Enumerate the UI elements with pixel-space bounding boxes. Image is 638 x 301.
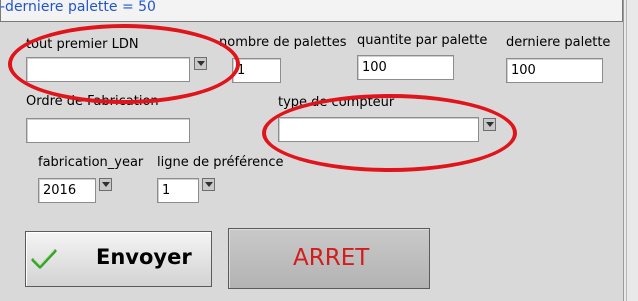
arret-button-label: ARRET xyxy=(293,245,370,271)
ordre-de-fabrication-field[interactable] xyxy=(26,118,190,143)
quantite-par-palette-field[interactable]: 100 xyxy=(357,55,454,80)
info-text: -derniere palette = 50 xyxy=(0,0,156,15)
type-de-compteur-dropdown-icon[interactable] xyxy=(483,118,496,131)
derniere-palette-field[interactable]: 100 xyxy=(506,58,603,83)
fabrication-year-label: fabrication_year xyxy=(38,155,144,170)
envoyer-button-label: Envoyer xyxy=(96,245,192,269)
envoyer-button[interactable]: Envoyer xyxy=(25,231,212,287)
fabrication-year-dropdown-icon[interactable] xyxy=(99,178,112,191)
derniere-palette-label: derniere palette xyxy=(506,35,611,50)
tout-premier-ldn-dropdown-icon[interactable] xyxy=(194,57,207,70)
checkmark-icon xyxy=(31,246,57,272)
ligne-de-preference-dropdown-icon[interactable] xyxy=(202,178,215,191)
quantite-par-palette-label: quantite par palette xyxy=(357,33,488,48)
nombre-de-palettes-field[interactable]: 1 xyxy=(232,58,281,83)
ligne-de-preference-label: ligne de préférence xyxy=(157,155,284,170)
type-de-compteur-label: type de compteur xyxy=(278,95,395,110)
ligne-de-preference-field[interactable]: 1 xyxy=(157,178,199,203)
arret-button[interactable]: ARRET xyxy=(228,228,430,289)
tout-premier-ldn-field[interactable] xyxy=(26,57,190,82)
nombre-de-palettes-label: nombre de palettes xyxy=(219,35,347,50)
ordre-de-fabrication-label: Ordre de Fabrication xyxy=(26,94,159,109)
window-edge xyxy=(623,0,638,301)
fabrication-year-field[interactable]: 2016 xyxy=(38,178,96,203)
type-de-compteur-field[interactable] xyxy=(278,117,479,142)
tout-premier-ldn-label: tout premier LDN xyxy=(26,37,139,52)
